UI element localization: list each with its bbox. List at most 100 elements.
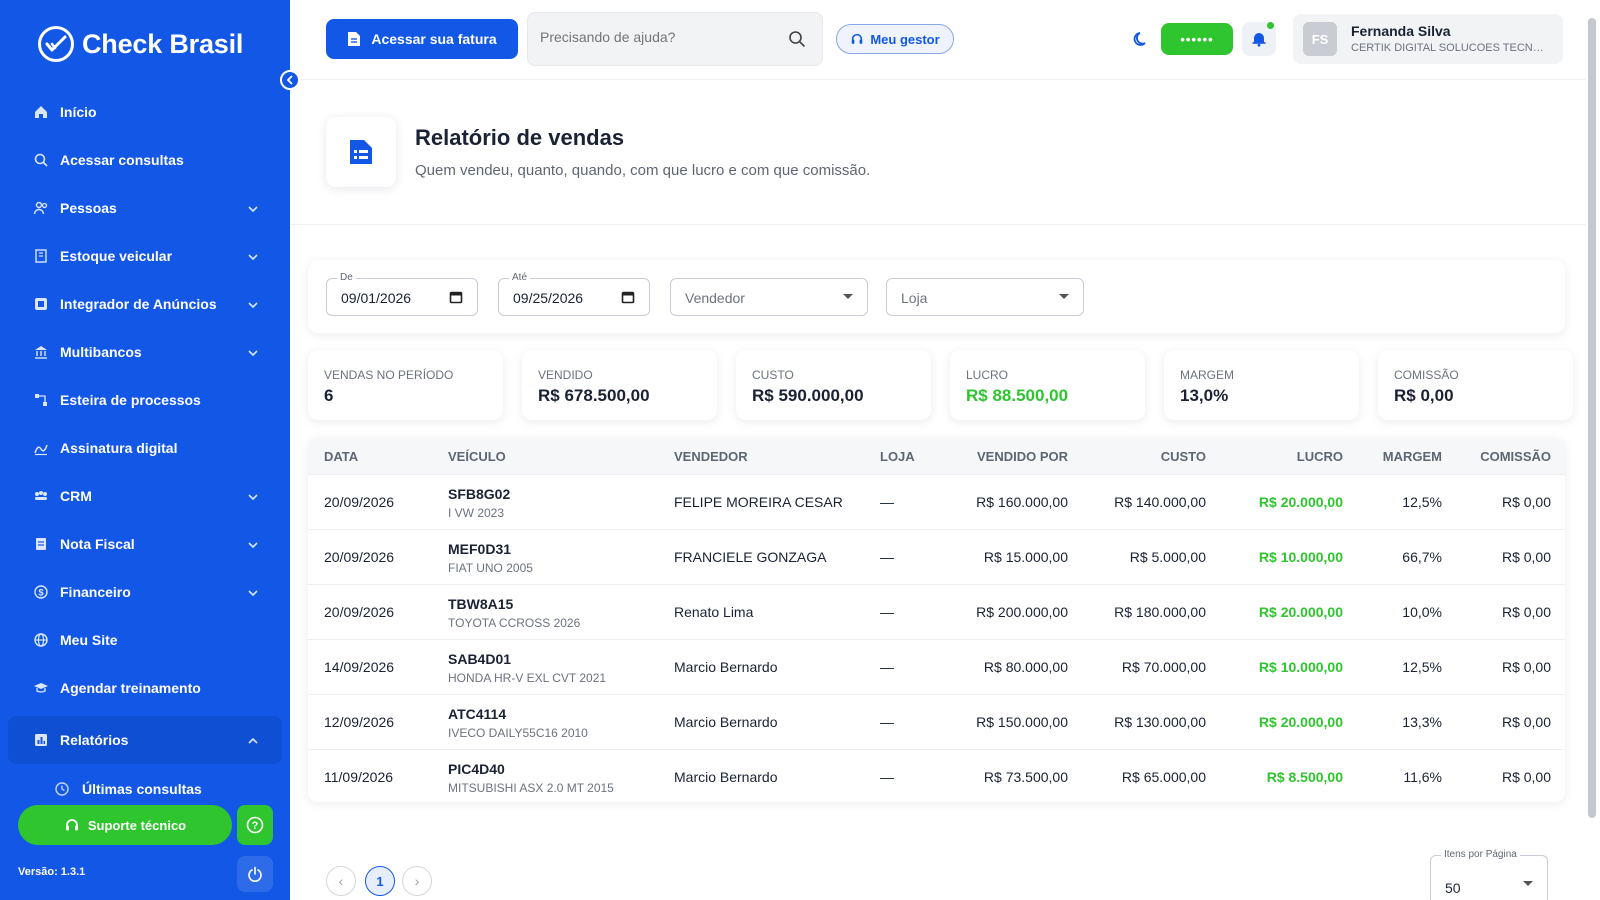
logout-button[interactable] xyxy=(237,856,273,892)
search-icon[interactable] xyxy=(788,30,806,48)
sidebar-item-estoque-veicular[interactable]: Estoque veicular xyxy=(8,232,282,280)
page-scrollbar[interactable] xyxy=(1588,18,1596,818)
table-row[interactable]: 20/09/2026 TBW8A15 TOYOTA CCROSS 2026 Renat… xyxy=(308,584,1565,639)
column-header[interactable]: Vendido por xyxy=(977,449,1068,464)
moon-icon xyxy=(1133,32,1146,46)
date-to-label: Até xyxy=(509,272,531,283)
cell-sold-by: R$ 160.000,00 xyxy=(976,494,1068,510)
chevron-down-icon xyxy=(248,345,258,361)
help-button[interactable]: ? xyxy=(237,805,273,845)
sidebar-item-financeiro[interactable]: $ Financeiro xyxy=(8,568,282,616)
cell-seller: Marcio Bernardo xyxy=(674,659,778,675)
search-icon xyxy=(32,151,50,169)
cell-cost: R$ 130.000,00 xyxy=(1114,714,1206,730)
kpi-label: Vendido xyxy=(538,368,593,382)
seller-select[interactable]: Vendedor xyxy=(670,278,868,316)
sidebar-item-assinatura-digital[interactable]: Assinatura digital xyxy=(8,424,282,472)
date-to-field[interactable]: Até 09/25/2026 xyxy=(498,272,650,316)
help-search-input[interactable] xyxy=(540,29,780,45)
column-header[interactable]: Veículo xyxy=(448,449,506,464)
cell-sold-by: R$ 73.500,00 xyxy=(983,769,1068,785)
kpi-value: R$ 590.000,00 xyxy=(752,386,864,405)
kpi-card: Margem 13,0% xyxy=(1164,350,1359,420)
current-page-button[interactable]: 1 xyxy=(365,866,395,896)
table-row[interactable]: 20/09/2026 SFB8G02 I VW 2023 FELIPE MOREIRA… xyxy=(308,474,1565,529)
table-row[interactable]: 20/09/2026 MEF0D31 FIAT UNO 2005 FRANCIELE … xyxy=(308,529,1565,584)
calendar-icon[interactable] xyxy=(621,290,635,304)
my-manager-button[interactable]: Meu gestor xyxy=(836,24,954,54)
sidebar-item-pessoas[interactable]: Pessoas xyxy=(8,184,282,232)
sidebar-item-acessar-consultas[interactable]: Acessar consultas xyxy=(8,136,282,184)
column-header[interactable]: Custo xyxy=(1161,449,1206,464)
dark-mode-toggle[interactable] xyxy=(1132,30,1150,53)
cell-profit: R$ 10.000,00 xyxy=(1258,549,1343,565)
brand-logo[interactable]: Check Brasil xyxy=(38,26,243,62)
sidebar-item-crm[interactable]: CRM xyxy=(8,472,282,520)
cell-margin: 11,6% xyxy=(1403,769,1442,785)
invoice-icon xyxy=(32,535,50,553)
cell-store: — xyxy=(880,714,894,730)
cell-cost: R$ 180.000,00 xyxy=(1114,604,1206,620)
chevron-down-icon xyxy=(248,537,258,553)
sidebar-item-multibancos[interactable]: Multibancos xyxy=(8,328,282,376)
support-button[interactable]: Suporte técnico xyxy=(18,805,232,845)
kpi-label: Vendas no período xyxy=(324,368,454,382)
items-per-page-select[interactable]: Itens por Página 50 xyxy=(1430,849,1548,900)
history-icon xyxy=(54,780,72,798)
cell-store: — xyxy=(880,659,894,675)
question-icon: ? xyxy=(246,816,264,834)
people-icon xyxy=(32,199,50,217)
column-header[interactable]: Data xyxy=(324,449,358,464)
next-page-button[interactable]: › xyxy=(402,866,432,896)
cell-cost: R$ 65.000,00 xyxy=(1121,769,1206,785)
calendar-icon[interactable] xyxy=(449,290,463,304)
check-logo-icon xyxy=(38,26,74,62)
date-from-field[interactable]: De 09/01/2026 xyxy=(326,272,478,316)
kpi-card: Custo R$ 590.000,00 xyxy=(736,350,931,420)
signature-icon xyxy=(32,439,50,457)
sidebar-item-agendar-treinamento[interactable]: Agendar treinamento xyxy=(8,664,282,712)
sidebar-item-relatorios[interactable]: Relatórios xyxy=(8,716,282,764)
kpi-card: Vendido R$ 678.500,00 xyxy=(522,350,717,420)
masked-balance-pill[interactable]: •••••• xyxy=(1161,23,1233,55)
crm-icon xyxy=(32,487,50,505)
cell-seller: FELIPE MOREIRA CESAR xyxy=(674,494,843,510)
sidebar-item-nota-fiscal[interactable]: Nota Fiscal xyxy=(8,520,282,568)
column-header[interactable]: Vendedor xyxy=(674,449,748,464)
prev-page-button[interactable]: ‹ xyxy=(326,866,356,896)
sidebar-item-esteira-de-processos[interactable]: Esteira de processos xyxy=(8,376,282,424)
sidebar-item-inicio[interactable]: Início xyxy=(8,88,282,136)
user-menu[interactable]: FS Fernanda Silva CERTIK DIGITAL SOLUCOE… xyxy=(1293,14,1563,64)
sidebar-item-label: Integrador de Anúncios xyxy=(60,296,217,312)
cell-model: FIAT UNO 2005 xyxy=(448,561,533,575)
access-invoice-button[interactable]: Acessar sua fatura xyxy=(326,19,518,59)
column-header[interactable]: Lucro xyxy=(1297,449,1343,464)
kpi-card: Comissão R$ 0,00 xyxy=(1378,350,1573,420)
column-header[interactable]: Comissão xyxy=(1480,449,1551,464)
table-row[interactable]: 12/09/2026 ATC4114 IVECO DAILY55C16 2010 Ma… xyxy=(308,694,1565,749)
cell-commission: R$ 0,00 xyxy=(1501,659,1551,675)
cell-seller: Marcio Bernardo xyxy=(674,714,778,730)
table-row[interactable]: 14/09/2026 SAB4D01 HONDA HR-V EXL CVT 2021… xyxy=(308,639,1565,694)
sidebar-item-meu-site[interactable]: Meu Site xyxy=(8,616,282,664)
notifications-button[interactable] xyxy=(1242,22,1276,56)
user-name: Fernanda Silva xyxy=(1351,23,1451,39)
sidebar-item-integrador-de-anuncios[interactable]: Integrador de Anúncios xyxy=(8,280,282,328)
column-header[interactable]: Margem xyxy=(1383,449,1442,464)
column-header[interactable]: Loja xyxy=(880,449,915,464)
top-header: Acessar sua fatura Meu gestor •••••• FS … xyxy=(290,0,1586,80)
cell-model: I VW 2023 xyxy=(448,506,505,520)
brand-name: Check Brasil xyxy=(82,28,244,59)
chevron-left-icon xyxy=(286,75,293,85)
sidebar: Check Brasil Início Acessar consultas Pess… xyxy=(0,0,290,900)
divider xyxy=(290,224,1586,225)
cell-seller: Renato Lima xyxy=(674,604,754,620)
collapse-sidebar-button[interactable] xyxy=(280,70,300,90)
cell-plate: MEF0D31 xyxy=(448,541,512,557)
store-select[interactable]: Loja xyxy=(886,278,1084,316)
cell-margin: 66,7% xyxy=(1402,549,1442,565)
table-row[interactable]: 11/09/2026 PIC4D40 MITSUBISHI ASX 2.0 MT 2… xyxy=(308,749,1565,802)
access-invoice-label: Acessar sua fatura xyxy=(371,31,497,47)
chevron-down-icon xyxy=(248,297,258,313)
sidebar-subitem-ultimas-consultas[interactable]: Últimas consultas xyxy=(8,772,282,806)
